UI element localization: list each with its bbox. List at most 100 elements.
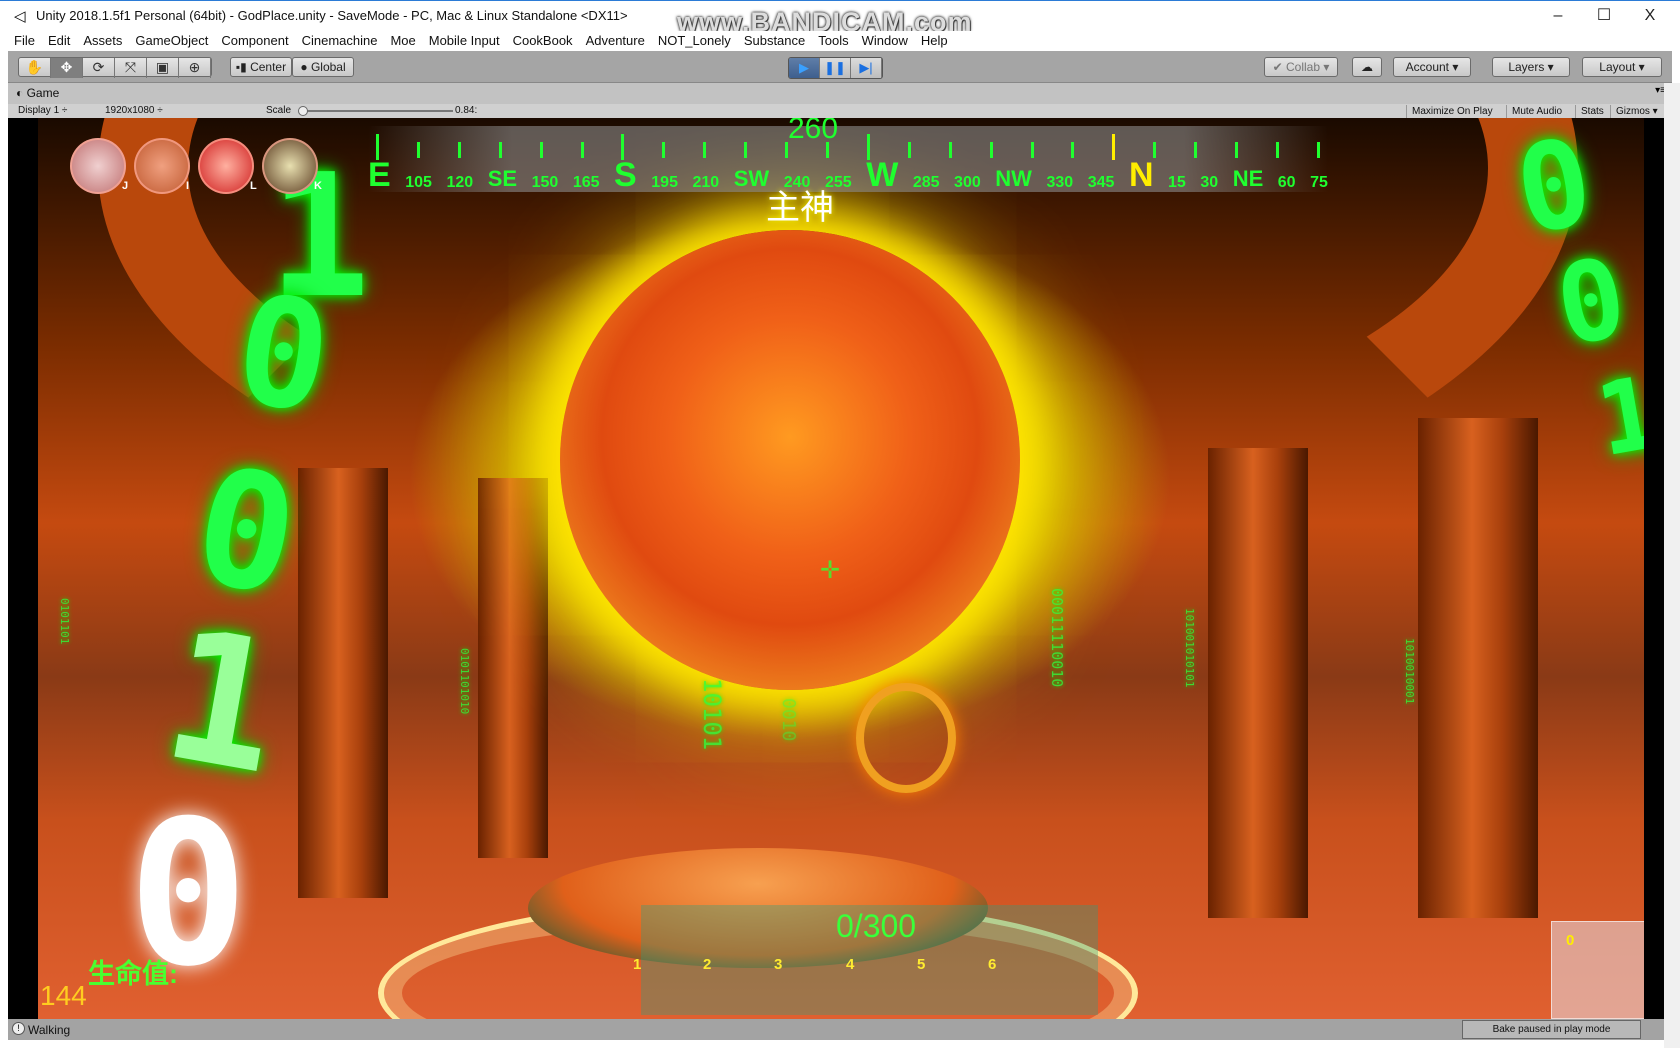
side-panel: 0 — [1551, 921, 1644, 1019]
compass-label: 285 — [912, 174, 940, 191]
menu-moe[interactable]: Moe — [390, 31, 415, 51]
compass-label: W — [866, 156, 899, 194]
hotbar-slot-2[interactable]: 2 — [703, 956, 711, 973]
collab-button[interactable]: ✔ Collab ▾ — [1264, 57, 1338, 77]
skill-lips-icon[interactable] — [198, 138, 254, 194]
sun-orb[interactable] — [560, 230, 1020, 690]
hp-value: 144 — [40, 980, 87, 1011]
compass-label: 165 — [572, 174, 600, 191]
crosshair-icon: ✛ — [820, 557, 841, 584]
transform-tools: ✋ ✥ ⟳ ⤧ ▣ ⊕ — [18, 57, 212, 78]
compass-label: 105 — [405, 174, 432, 191]
layout-dropdown[interactable]: Layout ▾ — [1582, 57, 1662, 77]
menu-gameobject[interactable]: GameObject — [135, 31, 208, 51]
scale-label: Scale — [266, 105, 292, 116]
layers-dropdown[interactable]: Layers ▾ — [1492, 57, 1570, 77]
menu-tools[interactable]: Tools — [818, 31, 848, 51]
stats-toggle[interactable]: Stats — [1575, 105, 1609, 119]
code-rain: 0101101 — [58, 598, 71, 645]
compass-label: 300 — [954, 174, 981, 191]
hotbar-slot-5[interactable]: 5 — [917, 956, 925, 973]
compass-label: 345 — [1087, 174, 1115, 191]
target-name: 主神 — [766, 189, 834, 227]
menu-cinemachine[interactable]: Cinemachine — [302, 31, 378, 51]
compass-label: 210 — [692, 174, 720, 191]
scale-tool-icon[interactable]: ⤧ — [115, 58, 147, 78]
status-message[interactable]: Walking — [28, 1023, 70, 1037]
compass-label: 150 — [531, 174, 559, 191]
rect-tool-icon[interactable]: ▣ — [147, 58, 179, 78]
pause-button[interactable]: ❚❚ — [820, 58, 851, 78]
menu-cookbook[interactable]: CookBook — [513, 31, 573, 51]
status-bar: ! Walking Bake paused in play mode — [8, 1019, 1672, 1040]
compass-label: 75 — [1310, 174, 1328, 191]
compass-ticks — [368, 134, 1328, 160]
minimize-button[interactable]: – — [1538, 4, 1578, 28]
side-panel-value: 0 — [1566, 932, 1575, 949]
mute-audio-toggle[interactable]: Mute Audio — [1506, 105, 1567, 119]
maximize-on-play-toggle[interactable]: Maximize On Play — [1406, 105, 1498, 119]
check-icon: ✔ — [1272, 60, 1286, 74]
gizmos-dropdown[interactable]: Gizmos ▾ — [1610, 105, 1663, 119]
close-button[interactable]: X — [1630, 4, 1670, 28]
scale-slider-handle[interactable] — [298, 106, 308, 116]
space-global-button[interactable]: ● Global — [292, 57, 354, 77]
hp-label: 生命值: — [88, 959, 178, 989]
menu-file[interactable]: File — [14, 31, 35, 51]
cloud-button[interactable]: ☁ — [1352, 57, 1382, 77]
resolution-dropdown[interactable]: 1920x1080 ÷ — [105, 105, 265, 116]
menu-assets[interactable]: Assets — [83, 31, 122, 51]
game-icon: ◐ — [16, 86, 27, 100]
bake-status[interactable]: Bake paused in play mode — [1462, 1020, 1641, 1039]
maximize-button[interactable]: ☐ — [1584, 4, 1624, 28]
game-tab-header: ◐ Game ▾≡ — [8, 83, 1672, 104]
compass-heading: 260 — [788, 118, 839, 145]
menu-mobile-input[interactable]: Mobile Input — [429, 31, 500, 51]
transform-tool-icon[interactable]: ⊕ — [179, 58, 211, 78]
menu-edit[interactable]: Edit — [48, 31, 70, 51]
game-view-toolbar: Display 1 ÷ 1920x1080 ÷ Scale 0.84: Maxi… — [8, 104, 1672, 119]
menu-substance[interactable]: Substance — [744, 31, 805, 51]
compass-label: NW — [995, 166, 1032, 191]
skill-eye-icon[interactable] — [70, 138, 126, 194]
rotate-tool-icon[interactable]: ⟳ — [83, 58, 115, 78]
skill-hands-icon[interactable] — [134, 138, 190, 194]
account-dropdown[interactable]: Account ▾ — [1393, 57, 1471, 77]
hotbar-slot-6[interactable]: 6 — [988, 956, 996, 973]
progress-counter: 0/300 — [836, 908, 917, 944]
playback-controls: ▶ ❚❚ ▶| — [788, 57, 883, 79]
pillar — [1208, 448, 1308, 918]
skill-praying-hands-icon[interactable] — [262, 138, 318, 194]
display-dropdown[interactable]: Display 1 ÷ — [18, 105, 67, 116]
binary-digit: 0 — [1547, 233, 1635, 371]
code-rain: 0010 — [778, 698, 799, 742]
compass-label: SW — [733, 166, 770, 191]
toolbar: ✋ ✥ ⟳ ⤧ ▣ ⊕ ▪▮ Center ● Global ▶ ❚❚ ▶| ✔ Coll… — [8, 51, 1672, 83]
skill-key: J — [122, 180, 129, 192]
compass-label: 330 — [1046, 174, 1074, 191]
menu-window[interactable]: Window — [862, 31, 908, 51]
move-tool-icon[interactable]: ✥ — [51, 58, 83, 78]
code-rain: 00011110010 — [1048, 588, 1066, 688]
tab-game[interactable]: ◐ Game — [16, 86, 59, 100]
menu-not-lonely[interactable]: NOT_Lonely — [658, 31, 731, 51]
hand-tool-icon[interactable]: ✋ — [19, 58, 51, 78]
step-button[interactable]: ▶| — [851, 58, 882, 78]
menu-adventure[interactable]: Adventure — [586, 31, 645, 51]
scale-slider[interactable] — [303, 110, 453, 112]
play-button[interactable]: ▶ — [789, 58, 820, 78]
game-view[interactable]: ✛ 1 0 0 1 0 0 0 1 00011110010 1010010101… — [8, 118, 1664, 1019]
hotbar-slot-1[interactable]: 1 — [633, 956, 641, 973]
menu-component[interactable]: Component — [221, 31, 288, 51]
pivot-center-button[interactable]: ▪▮ Center — [230, 57, 292, 77]
hotbar-slot-4[interactable]: 4 — [846, 956, 854, 973]
menu-bar: File Edit Assets GameObject Component Cinemac… — [0, 31, 1680, 51]
info-icon: ! — [12, 1022, 25, 1035]
code-rain: 10101 — [698, 678, 726, 751]
compass-label: S — [614, 156, 637, 194]
skill-key: I — [186, 180, 190, 192]
globe-icon: ● — [300, 60, 311, 74]
menu-help[interactable]: Help — [921, 31, 948, 51]
skill-key: K — [314, 180, 322, 192]
hotbar-slot-3[interactable]: 3 — [774, 956, 782, 973]
